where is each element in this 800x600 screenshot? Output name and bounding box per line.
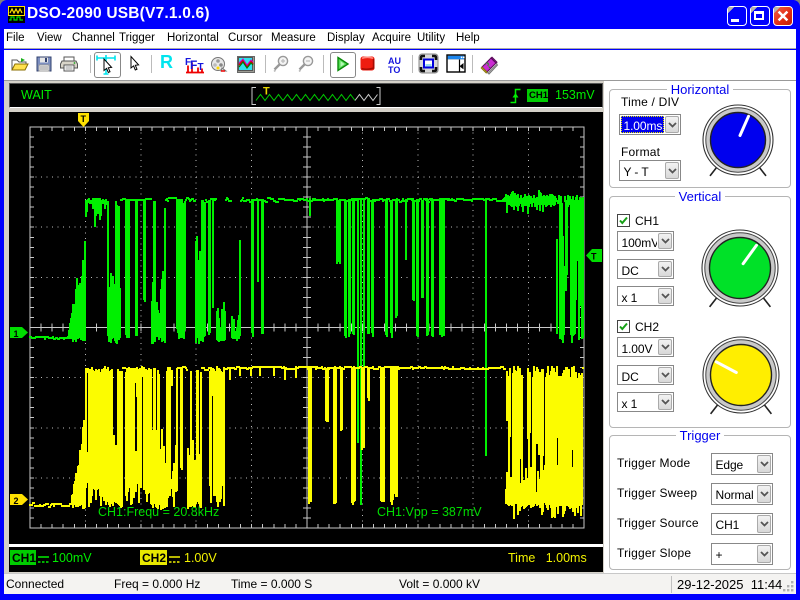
svg-text:T: T	[591, 252, 597, 262]
svg-text:T: T	[81, 114, 87, 124]
svg-text:CH1:Frequ = 20.8kHz: CH1:Frequ = 20.8kHz	[98, 505, 219, 519]
svg-text:2: 2	[14, 496, 19, 506]
svg-text:CH1:Vpp = 387mV: CH1:Vpp = 387mV	[377, 505, 482, 519]
svg-text:1: 1	[14, 329, 19, 339]
svg-text:F: F	[190, 58, 197, 72]
svg-text:T: T	[198, 62, 204, 73]
